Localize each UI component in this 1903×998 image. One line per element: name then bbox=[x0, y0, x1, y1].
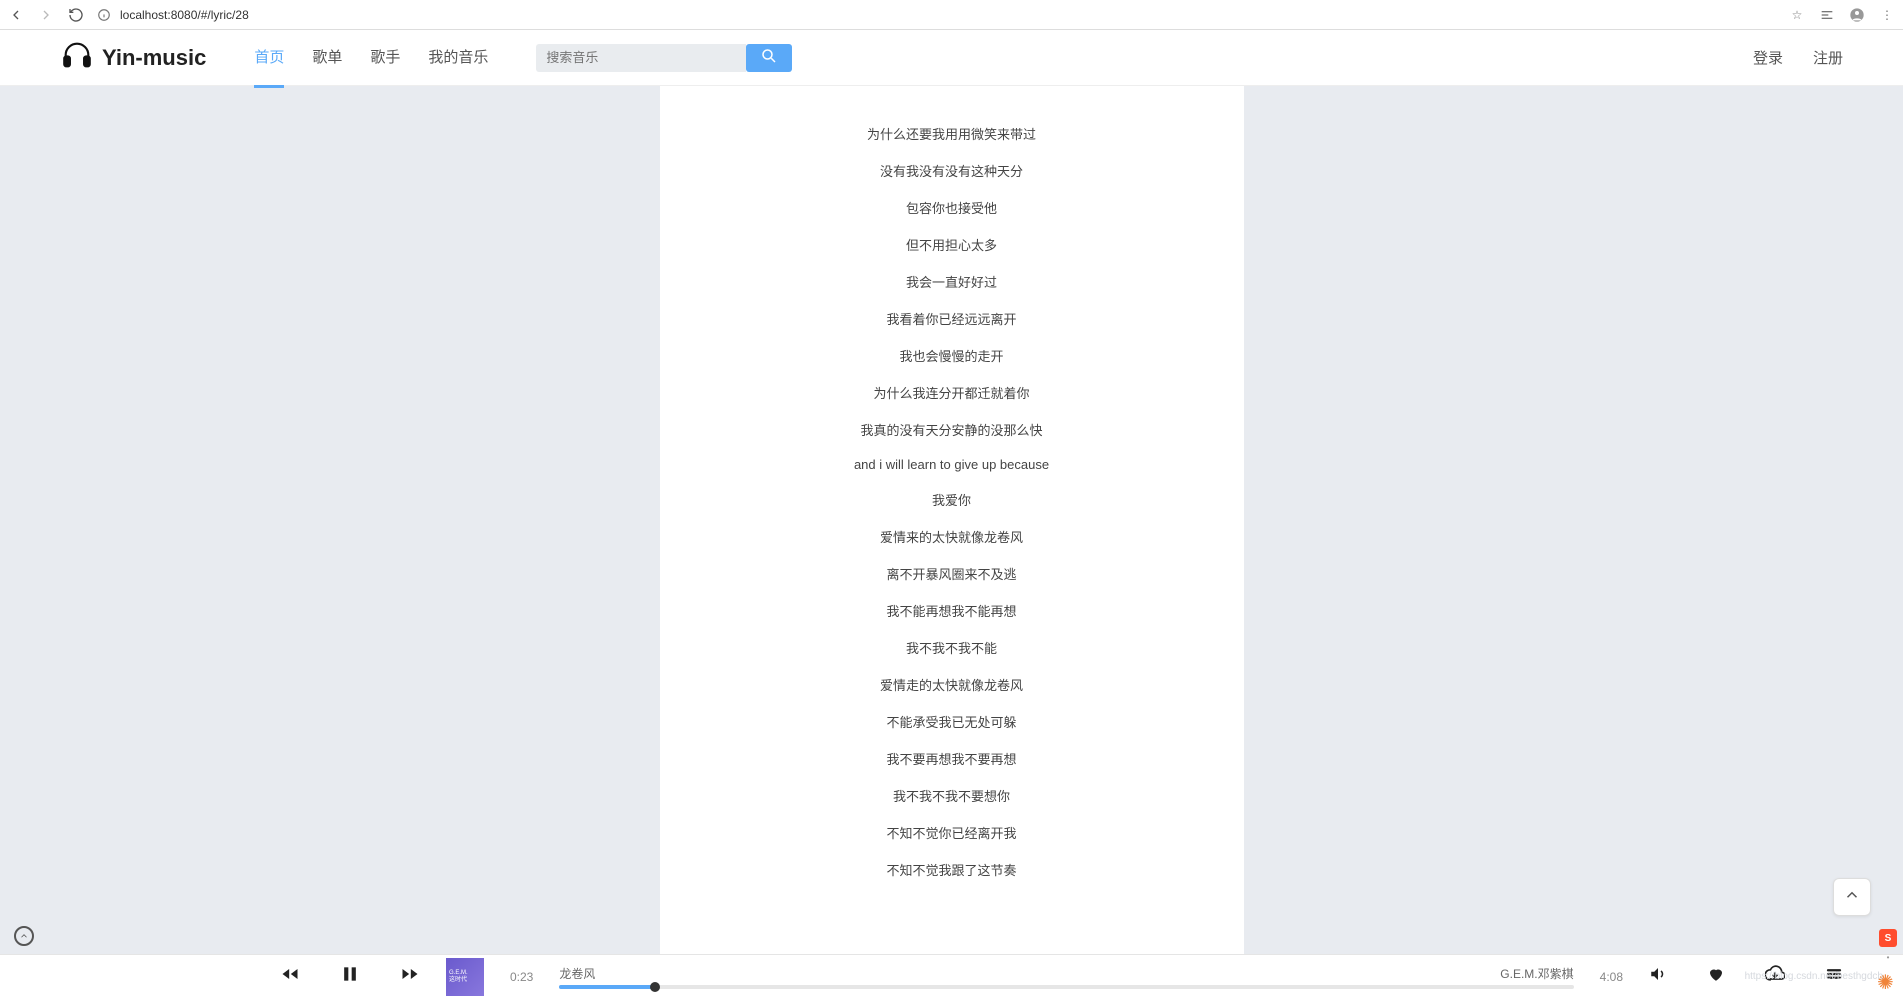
reload-icon[interactable] bbox=[68, 7, 84, 23]
volume-button[interactable] bbox=[1649, 965, 1667, 988]
browser-address-bar: localhost:8080/#/lyric/28 ☆ ⋮ bbox=[0, 0, 1903, 30]
top-nav: Yin-music 首页 歌单 歌手 我的音乐 登录 注册 bbox=[0, 30, 1903, 86]
reader-icon[interactable] bbox=[1819, 7, 1835, 23]
lyric-line: 我不我不我不能 bbox=[700, 638, 1204, 657]
main-content: 为什么还要我用用微笑来带过没有我没有没有这种天分包容你也接受他但不用担心太多我会… bbox=[0, 86, 1903, 954]
register-link[interactable]: 注册 bbox=[1813, 47, 1843, 68]
next-button[interactable] bbox=[400, 964, 420, 989]
lyric-line: 爱情走的太快就像龙卷风 bbox=[700, 675, 1204, 694]
lyric-line: 我不要再想我不要再想 bbox=[700, 749, 1204, 768]
headphones-icon bbox=[60, 38, 94, 78]
lyrics-card: 为什么还要我用用微笑来带过没有我没有没有这种天分包容你也接受他但不用担心太多我会… bbox=[660, 86, 1244, 954]
brand-name: Yin-music bbox=[102, 45, 206, 71]
prev-button[interactable] bbox=[280, 964, 300, 989]
lyric-line: 我会一直好好过 bbox=[700, 272, 1204, 291]
album-line1: G.E.M. bbox=[449, 970, 468, 977]
nav-playlist[interactable]: 歌单 bbox=[312, 28, 342, 88]
logo[interactable]: Yin-music bbox=[60, 38, 206, 78]
track-title[interactable]: 龙卷风 bbox=[559, 965, 595, 982]
lyric-line: 不知不觉我跟了这节奏 bbox=[700, 860, 1204, 879]
lyric-line: 为什么还要我用用微笑来带过 bbox=[700, 124, 1204, 143]
lyric-line: 离不开暴风圈来不及逃 bbox=[700, 564, 1204, 583]
lyrics-list: 为什么还要我用用微笑来带过没有我没有没有这种天分包容你也接受他但不用担心太多我会… bbox=[700, 124, 1204, 879]
album-cover[interactable]: G.E.M. 这时代 bbox=[446, 958, 484, 996]
nav-singer[interactable]: 歌手 bbox=[370, 28, 400, 88]
track-artist[interactable]: G.E.M.邓紫棋 bbox=[1500, 965, 1573, 982]
nav-my-music[interactable]: 我的音乐 bbox=[428, 28, 488, 88]
lyric-line: 我不能再想我不能再想 bbox=[700, 601, 1204, 620]
search-box bbox=[536, 44, 792, 72]
favorite-button[interactable] bbox=[1707, 965, 1725, 988]
lyric-line: and i will learn to give up because bbox=[700, 457, 1204, 472]
sogou-icon[interactable]: S bbox=[1879, 929, 1897, 947]
lyric-line: 不能承受我已无处可躲 bbox=[700, 712, 1204, 731]
lyric-line: 爱情来的太快就像龙卷风 bbox=[700, 527, 1204, 546]
chevron-up-icon bbox=[1843, 886, 1861, 909]
watermark: https://blog.csdn.net/besthgdcb bbox=[1745, 971, 1883, 982]
nav-home[interactable]: 首页 bbox=[254, 28, 284, 88]
lyric-line: 为什么我连分开都迁就着你 bbox=[700, 383, 1204, 402]
progress-thumb[interactable] bbox=[650, 982, 660, 992]
lyric-line: 我不我不我不要想你 bbox=[700, 786, 1204, 805]
search-button[interactable] bbox=[746, 44, 792, 72]
login-link[interactable]: 登录 bbox=[1753, 47, 1783, 68]
lyric-line: 包容你也接受他 bbox=[700, 198, 1204, 217]
search-icon bbox=[760, 47, 778, 68]
scroll-to-top-button[interactable] bbox=[1833, 878, 1871, 916]
lyric-line: 我也会慢慢的走开 bbox=[700, 346, 1204, 365]
lyric-line: 我爱你 bbox=[700, 490, 1204, 509]
info-icon[interactable] bbox=[96, 7, 112, 23]
profile-icon[interactable] bbox=[1849, 7, 1865, 23]
progress-fill bbox=[559, 985, 654, 989]
ime-dots-icon: • bbox=[1887, 953, 1890, 962]
star-icon[interactable]: ☆ bbox=[1789, 7, 1805, 23]
search-input[interactable] bbox=[536, 44, 746, 72]
pause-button[interactable] bbox=[340, 964, 360, 989]
progress-bar[interactable] bbox=[559, 985, 1573, 989]
ime-indicator: S • bbox=[1879, 929, 1897, 962]
lyric-line: 不知不觉你已经离开我 bbox=[700, 823, 1204, 842]
back-icon[interactable] bbox=[8, 7, 24, 23]
album-line2: 这时代 bbox=[449, 977, 467, 984]
player-bar: G.E.M. 这时代 0:23 龙卷风 G.E.M.邓紫棋 4:08 bbox=[0, 954, 1903, 998]
menu-icon[interactable]: ⋮ bbox=[1879, 7, 1895, 23]
duration-time: 4:08 bbox=[1600, 970, 1623, 984]
scroll-indicator-icon[interactable] bbox=[14, 926, 34, 946]
lyric-line: 但不用担心太多 bbox=[700, 235, 1204, 254]
url-text[interactable]: localhost:8080/#/lyric/28 bbox=[120, 8, 249, 22]
forward-icon[interactable] bbox=[38, 7, 54, 23]
current-time: 0:23 bbox=[510, 970, 533, 984]
lyric-line: 我真的没有天分安静的没那么快 bbox=[700, 420, 1204, 439]
lyric-line: 没有我没有没有这种天分 bbox=[700, 161, 1204, 180]
lyric-line: 我看着你已经远远离开 bbox=[700, 309, 1204, 328]
